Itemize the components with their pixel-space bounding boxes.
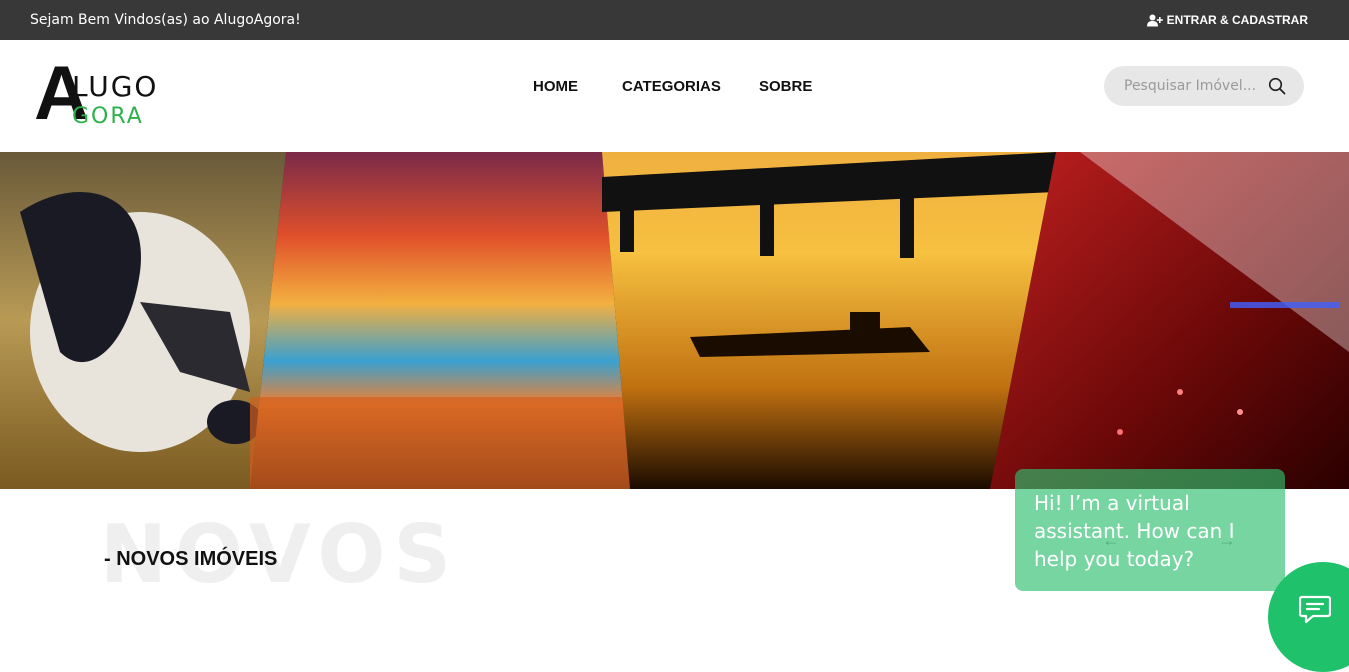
- logo-line2: GORA: [72, 104, 144, 129]
- nav-home[interactable]: HOME: [533, 78, 578, 95]
- header: A LUGO GORA HOME CATEGORIAS SOBRE: [0, 40, 1349, 152]
- search-icon[interactable]: [1268, 77, 1286, 95]
- top-bar: Sejam Bem Vindos(as) ao AlugoAgora! ENTR…: [0, 0, 1349, 40]
- section-title: - NOVOS IMÓVEIS: [104, 548, 278, 570]
- chat-icon: [1299, 595, 1331, 624]
- nav-categorias[interactable]: CATEGORIAS: [622, 78, 721, 95]
- site-logo[interactable]: A LUGO GORA: [34, 56, 184, 132]
- virtual-assistant-bubble[interactable]: Hi! I’m a virtual assistant. How can I h…: [1015, 469, 1285, 591]
- logo-line1: LUGO: [72, 70, 159, 103]
- search-input[interactable]: [1124, 76, 1264, 96]
- search-box: [1104, 66, 1304, 106]
- login-register-label: ENTRAR & CADASTRAR: [1166, 13, 1308, 27]
- hero-banner: [0, 152, 1349, 489]
- nav-sobre[interactable]: SOBRE: [759, 78, 812, 95]
- assistant-message: Hi! I’m a virtual assistant. How can I h…: [1034, 491, 1235, 571]
- hero-collage-image: [0, 152, 1349, 489]
- user-plus-icon: [1146, 14, 1163, 26]
- welcome-text: Sejam Bem Vindos(as) ao AlugoAgora!: [30, 12, 301, 28]
- login-register-link[interactable]: ENTRAR & CADASTRAR: [1146, 13, 1308, 27]
